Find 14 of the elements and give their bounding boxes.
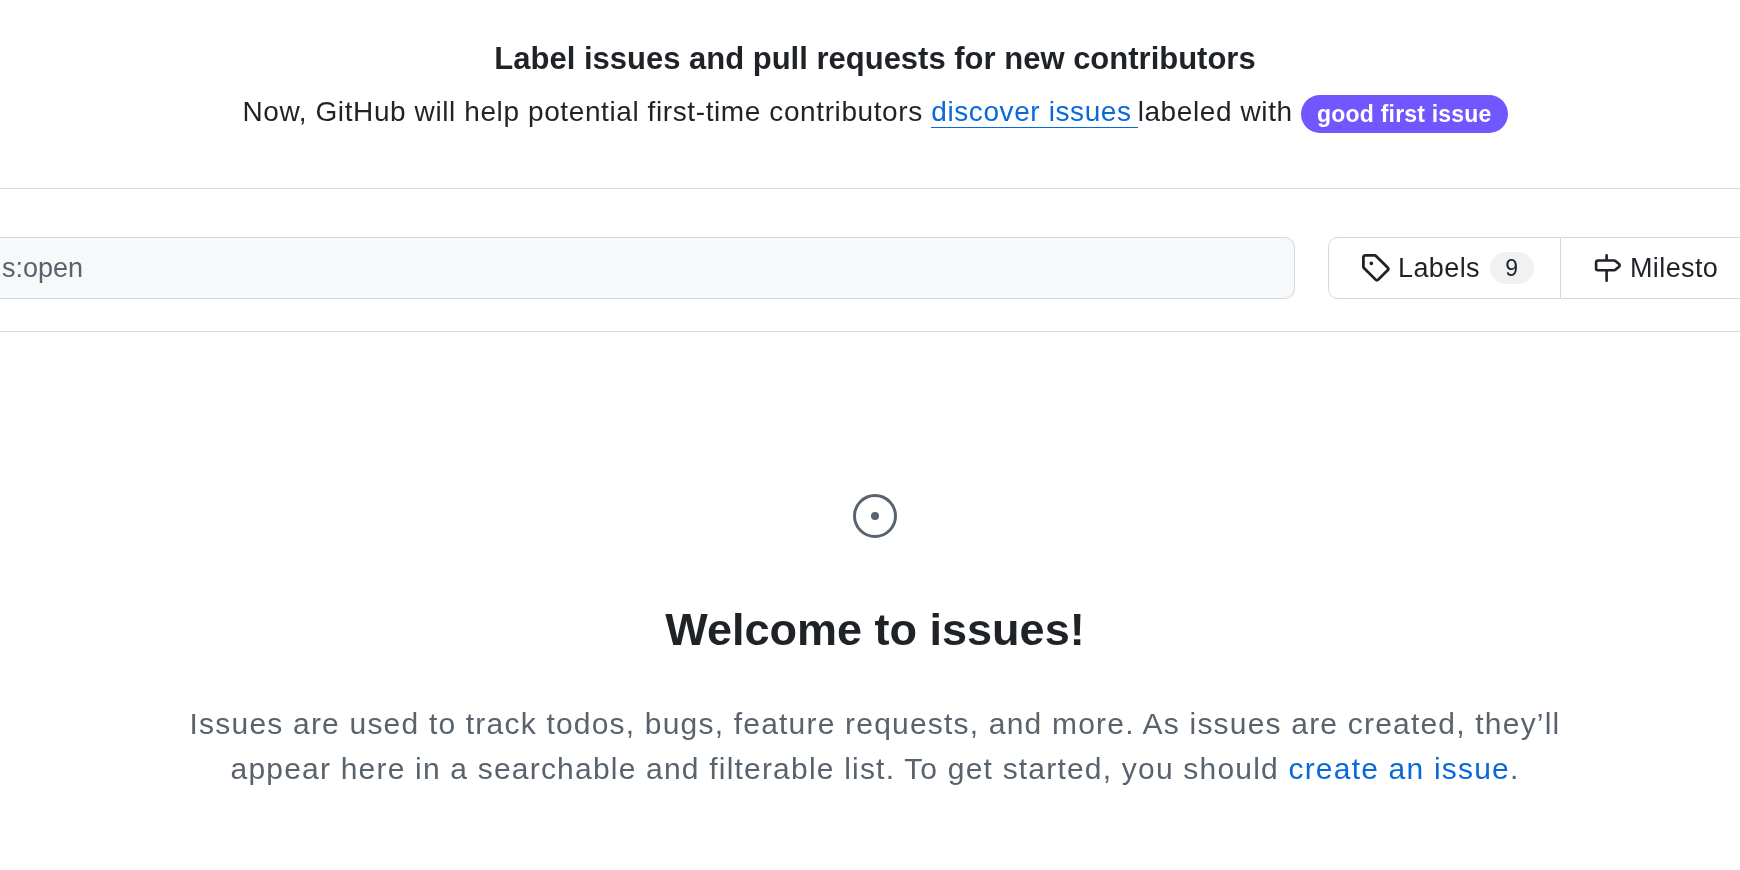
tag-icon [1362, 254, 1390, 282]
milestones-button[interactable]: Milesto [1560, 237, 1740, 299]
signpost-icon [1593, 254, 1622, 282]
issue-open-icon [853, 494, 897, 538]
banner-text: Now, GitHub will help potential first-time contributors discover issues labeled with good first issue [242, 91, 1508, 133]
issue-label-badge: good first issue [1301, 94, 1508, 133]
empty-state-heading: Welcome to issues! [665, 603, 1085, 657]
empty-state-description: Issues are used to track todos, bugs, feature requests, and more. As issues are created, they’ll appear here in a searchable and filterable list. To get started, you should create an issue. [188, 706, 1562, 787]
discover-issues-link[interactable]: discover issues [931, 96, 1138, 128]
create-issue-link[interactable]: create an issue [1288, 752, 1510, 785]
search-field[interactable]: s:open [0, 237, 1295, 299]
labels-button[interactable]: Labels 9 [1328, 237, 1561, 299]
count-badge: 9 [1489, 252, 1534, 284]
banner-title: Label issues and pull requests for new contributors [494, 40, 1256, 78]
